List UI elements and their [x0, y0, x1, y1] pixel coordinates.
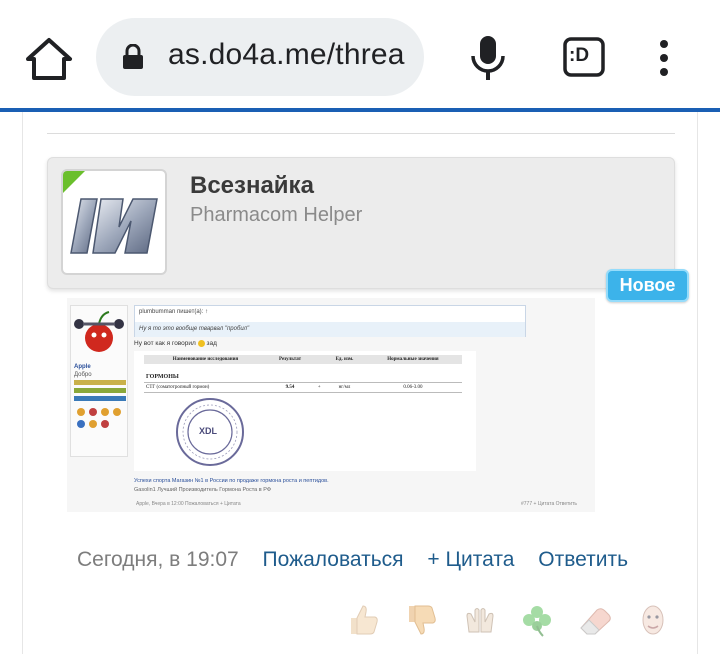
face-icon[interactable] — [635, 602, 671, 638]
lab-result-document: Наименование исследования Результат Ед. … — [134, 351, 476, 471]
lab-cell: 9.54 — [285, 385, 295, 390]
url-text[interactable]: as.do4a.me/threa — [168, 38, 405, 72]
lab-section-title: ГОРМОНЫ — [146, 374, 179, 380]
embedded-post-meta: Apple, Вчера в 12:00 Пожаловаться + Цита… — [136, 501, 241, 507]
author-title: Pharmacom Helper — [190, 204, 363, 226]
attached-image[interactable]: Apple Добро plumbumman пишет(а): ↑ Ну я … — [67, 298, 595, 512]
embedded-medals — [75, 406, 125, 430]
embedded-quote-author: plumbumman пишет(а): ↑ — [139, 309, 208, 315]
report-link[interactable]: Пожаловаться — [263, 548, 404, 571]
eraser-icon[interactable] — [577, 602, 613, 638]
divider — [47, 133, 675, 134]
thumbs-up-icon[interactable] — [345, 602, 381, 638]
overflow-menu-icon[interactable] — [650, 38, 678, 78]
embedded-username: Apple — [74, 364, 91, 370]
microphone-icon[interactable] — [468, 34, 508, 82]
embedded-post-tail: зад — [206, 340, 217, 348]
embedded-post-actions: #777 + Цитата Ответить — [521, 501, 577, 507]
embedded-user-banner — [74, 388, 126, 393]
tab-switcher-icon[interactable]: :D — [563, 37, 605, 77]
embedded-post-line: Ну вот как я говорил — [134, 340, 196, 348]
lab-cell: нг/мл — [338, 385, 351, 390]
new-post-badge: Новое — [606, 269, 689, 302]
cherry-avatar-icon — [74, 311, 124, 352]
home-icon[interactable] — [24, 34, 74, 82]
lab-header — [313, 355, 326, 364]
reply-link[interactable]: Ответить — [538, 548, 628, 571]
applause-icon[interactable] — [461, 602, 497, 638]
embedded-quote-text: Ну я то это вообще тварвал "пробил" — [135, 322, 525, 337]
embedded-post-text: Ну вот как я говорил зад — [134, 340, 217, 347]
quote-link[interactable]: + Цитата — [427, 548, 514, 571]
author-name[interactable]: Всезнайка — [190, 172, 314, 200]
lab-result-table: Наименование исследования Результат Ед. … — [144, 355, 462, 393]
lab-stamp-icon: XDL — [174, 396, 246, 468]
online-indicator — [63, 171, 85, 193]
author-card: Всезнайка Pharmacom Helper — [47, 157, 675, 289]
avatar[interactable] — [61, 169, 167, 275]
lab-stamp-text: XDL — [199, 426, 217, 436]
embedded-user-sidebar: Apple Добро — [70, 305, 128, 457]
embedded-signature-link: Успехи спорта Магазин №1 в России по про… — [134, 478, 329, 484]
clover-icon[interactable] — [519, 602, 555, 638]
lab-header: Наименование исследования — [144, 355, 267, 364]
thumbs-down-icon[interactable] — [403, 602, 439, 638]
embedded-user-banner — [74, 396, 126, 401]
tab-switcher-label: :D — [569, 45, 590, 66]
lab-header: Нормальные значения — [363, 355, 462, 364]
lab-cell: + — [317, 385, 321, 390]
address-bar[interactable]: as.do4a.me/threa — [96, 18, 424, 96]
lab-cell: СТГ (соматотропный гормон) — [146, 385, 210, 390]
browser-toolbar: as.do4a.me/threa :D — [0, 0, 720, 108]
embedded-user-role: Добро — [74, 372, 92, 378]
embedded-user-banner — [74, 380, 126, 385]
post-actions: Сегодня, в 19:07 Пожаловаться + Цитата О… — [77, 548, 646, 572]
lab-cell: 0.06-3.00 — [403, 385, 423, 390]
smile-icon — [197, 340, 205, 347]
lab-header: Результат — [266, 355, 314, 364]
post-timestamp[interactable]: Сегодня, в 19:07 — [77, 548, 239, 571]
embedded-quote: plumbumman пишет(а): ↑ Ну я то это вообщ… — [134, 305, 526, 337]
lock-icon[interactable] — [122, 43, 144, 70]
post-container: Всезнайка Pharmacom Helper Новое Apple Д… — [22, 112, 698, 654]
lab-header: Ед. изм. — [325, 355, 364, 364]
embedded-signature-text: Gasolin1 Лучший Производитель Гормона Ро… — [134, 487, 271, 493]
